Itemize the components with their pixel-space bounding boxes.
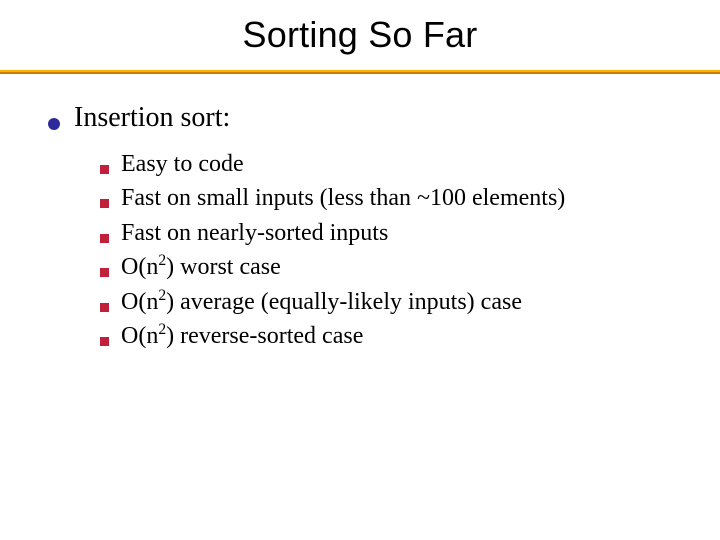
text-post: ) reverse-sorted case [166, 323, 363, 349]
bullet-level2: O(n2) average (equally-likely inputs) ca… [100, 286, 680, 318]
bullet-level2: O(n2) worst case [100, 251, 680, 283]
bullet-level2-text: Fast on nearly-sorted inputs [121, 217, 388, 249]
slide-title: Sorting So Far [0, 0, 720, 66]
bullet-level2-text: Easy to code [121, 148, 244, 180]
bullet-level2-text: Fast on small inputs (less than ~100 ele… [121, 182, 565, 214]
square-bullet-icon [100, 165, 109, 174]
bullet-level2: O(n2) reverse-sorted case [100, 320, 680, 352]
bullet-level2-text: O(n2) reverse-sorted case [121, 320, 363, 352]
bullet-level2-text: O(n2) average (equally-likely inputs) ca… [121, 286, 522, 318]
text-sup: 2 [158, 321, 166, 338]
slide-body: Insertion sort: Easy to code Fast on sma… [0, 74, 720, 352]
bullet-level2-group: Easy to code Fast on small inputs (less … [48, 148, 680, 352]
text-pre: O(n [121, 254, 158, 280]
bullet-level1: Insertion sort: [48, 102, 680, 134]
bullet-level2: Fast on nearly-sorted inputs [100, 217, 680, 249]
slide: Sorting So Far Insertion sort: Easy to c… [0, 0, 720, 540]
text-pre: O(n [121, 289, 158, 315]
square-bullet-icon [100, 268, 109, 277]
text-sup: 2 [158, 287, 166, 304]
bullet-level2-text: O(n2) worst case [121, 251, 281, 283]
bullet-level2: Easy to code [100, 148, 680, 180]
text-post: ) worst case [166, 254, 281, 280]
square-bullet-icon [100, 303, 109, 312]
circle-bullet-icon [48, 118, 60, 130]
square-bullet-icon [100, 199, 109, 208]
text-post: ) average (equally-likely inputs) case [166, 289, 522, 315]
text-pre: O(n [121, 323, 158, 349]
text-sup: 2 [158, 252, 166, 269]
square-bullet-icon [100, 337, 109, 346]
bullet-level1-text: Insertion sort: [74, 102, 230, 134]
bullet-level2: Fast on small inputs (less than ~100 ele… [100, 182, 680, 214]
square-bullet-icon [100, 234, 109, 243]
